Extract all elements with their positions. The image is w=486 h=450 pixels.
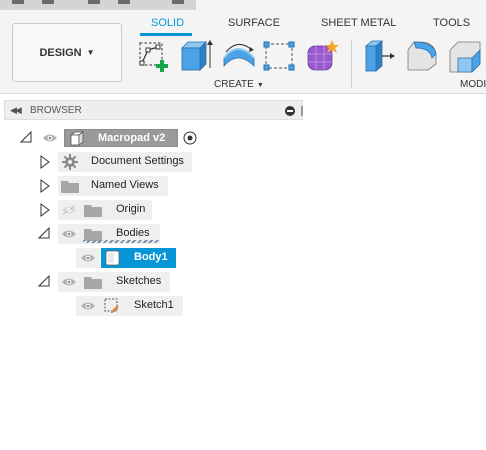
extrude-icon[interactable] xyxy=(178,38,214,74)
redo-icon[interactable] xyxy=(172,0,184,4)
minimize-icon[interactable] xyxy=(285,106,295,116)
tab-surface[interactable]: SURFACE xyxy=(228,17,280,29)
node-label: Body1 xyxy=(134,251,168,263)
tab-solid[interactable]: SOLID xyxy=(151,17,184,29)
folder-icon xyxy=(61,180,79,196)
workspace-label: DESIGN xyxy=(39,46,82,59)
browser-node-sketch1[interactable]: Sketch1 xyxy=(76,296,183,316)
revolve-icon[interactable] xyxy=(220,38,256,74)
eye-icon[interactable] xyxy=(80,301,96,311)
undo-icon[interactable] xyxy=(118,0,130,4)
browser-node-named-views[interactable]: Named Views xyxy=(58,176,168,196)
browser-node-body1-eye-cell xyxy=(76,248,100,268)
node-label: Origin xyxy=(116,203,146,215)
collapsed-triangle-icon[interactable] xyxy=(40,155,52,169)
tab-sheet-metal[interactable]: SHEET METAL xyxy=(321,17,396,29)
create-sketch-icon[interactable] xyxy=(136,38,172,74)
component-icon xyxy=(69,131,85,149)
toolbar: DESIGN ▼ SOLID SURFACE SHEET METAL TOOLS xyxy=(0,0,486,94)
browser-header: ◀◀ BROWSER xyxy=(4,100,303,120)
create-group-label: CREATE xyxy=(214,79,254,90)
grid-icon[interactable] xyxy=(12,0,24,4)
workspace-design-button[interactable]: DESIGN ▼ xyxy=(12,23,122,82)
browser-node-origin[interactable]: Origin xyxy=(58,200,152,220)
file-icon[interactable] xyxy=(42,0,54,4)
component-link-indicator xyxy=(83,240,159,243)
sketch-icon xyxy=(104,298,120,317)
node-label: Named Views xyxy=(91,179,159,191)
expanded-triangle-icon[interactable] xyxy=(37,226,50,241)
expanded-triangle-icon[interactable] xyxy=(19,130,32,145)
collapse-panel-icon[interactable]: ◀◀ xyxy=(10,105,22,116)
eye-icon[interactable] xyxy=(61,277,77,287)
browser-node-body1[interactable]: Body1 xyxy=(101,248,176,268)
node-label: Sketches xyxy=(116,275,162,287)
browser-node-document-settings[interactable]: Document Settings xyxy=(58,152,192,172)
expanded-triangle-icon[interactable] xyxy=(37,274,50,289)
gear-icon xyxy=(62,154,78,173)
folder-icon xyxy=(84,276,102,292)
collapsed-triangle-icon[interactable] xyxy=(40,179,52,193)
browser-root-node[interactable]: Macropad v2 xyxy=(64,129,178,147)
quick-access-bar xyxy=(0,0,196,10)
caret-down-icon: ▼ xyxy=(256,82,264,89)
node-label: Sketch1 xyxy=(134,299,174,311)
browser-title: BROWSER xyxy=(30,105,82,116)
resize-grip[interactable] xyxy=(301,106,303,116)
press-pull-icon[interactable] xyxy=(360,38,396,74)
node-label: Document Settings xyxy=(91,155,184,167)
eye-icon[interactable] xyxy=(61,229,77,239)
browser-node-sketches[interactable]: Sketches xyxy=(58,272,170,292)
eye-icon[interactable] xyxy=(80,253,96,263)
form-icon[interactable] xyxy=(304,38,340,74)
folder-icon xyxy=(84,204,102,220)
active-tab-indicator xyxy=(140,33,192,36)
eye-hidden-icon[interactable] xyxy=(61,205,77,215)
chamfer-icon[interactable] xyxy=(446,38,482,74)
sweep-icon[interactable] xyxy=(262,38,298,74)
group-separator xyxy=(351,40,352,88)
eye-icon[interactable] xyxy=(42,133,58,143)
create-group-dropdown[interactable]: CREATE ▼ xyxy=(214,79,264,90)
node-label: Bodies xyxy=(116,227,150,239)
body-icon xyxy=(105,250,120,269)
caret-down-icon: ▼ xyxy=(86,48,95,57)
modify-group-label[interactable]: MODI xyxy=(460,79,486,90)
save-icon[interactable] xyxy=(88,0,100,4)
root-label: Macropad v2 xyxy=(98,132,166,144)
collapsed-triangle-icon[interactable] xyxy=(40,203,52,217)
activate-radio-icon[interactable] xyxy=(183,131,197,145)
fillet-icon[interactable] xyxy=(404,38,440,74)
tab-tools[interactable]: TOOLS xyxy=(433,17,470,29)
